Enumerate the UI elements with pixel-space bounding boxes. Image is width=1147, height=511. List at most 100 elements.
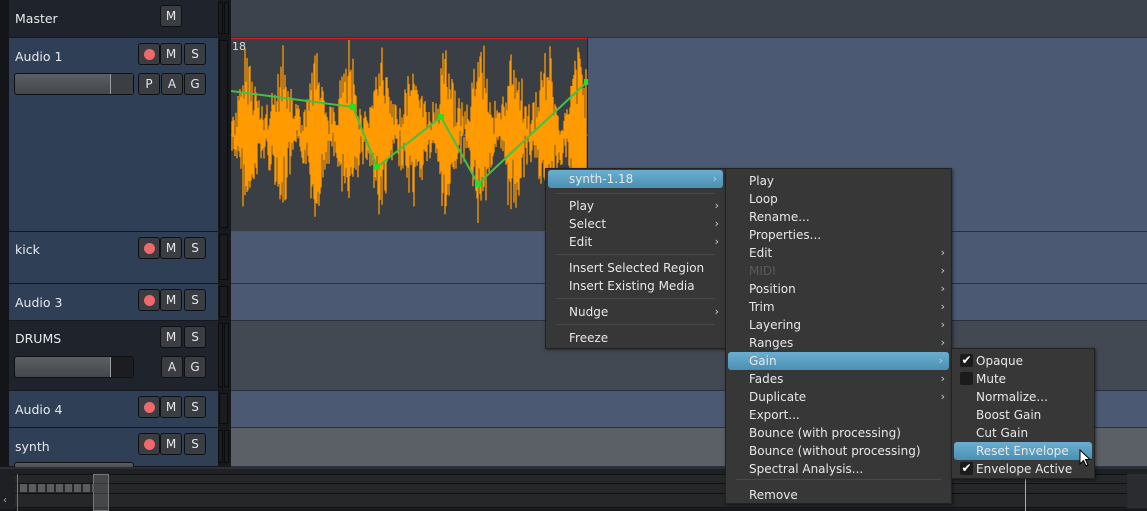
menu-item[interactable]: Position › — [726, 280, 951, 298]
track-header[interactable]: Audio 1 MS PAG — [9, 38, 218, 232]
track-header[interactable]: DRUMS M S A G — [9, 321, 218, 391]
envelope-point[interactable] — [374, 164, 380, 170]
solo-button[interactable]: S — [184, 237, 206, 259]
automation-button[interactable]: A — [161, 356, 183, 378]
menu-item[interactable]: Ranges › — [726, 334, 951, 352]
group-button[interactable]: G — [184, 356, 206, 378]
level-meter — [219, 234, 228, 280]
menu-item[interactable]: Select › — [546, 215, 725, 233]
playlist-button[interactable]: P — [138, 73, 160, 95]
menu-item[interactable]: Insert Existing Media — [546, 277, 725, 295]
left-strip — [0, 0, 9, 467]
menu-item[interactable]: Spectral Analysis... — [726, 460, 951, 478]
menu-item[interactable]: Edit › — [546, 233, 725, 251]
track-name[interactable]: Audio 3 — [15, 295, 62, 310]
record-button[interactable] — [138, 396, 160, 418]
level-meter — [224, 430, 229, 463]
menu-item[interactable]: Properties... — [726, 226, 951, 244]
track-header[interactable]: synth M S — [9, 428, 218, 470]
scroll-left-icon[interactable]: ‹ — [3, 495, 7, 506]
record-button[interactable] — [138, 237, 160, 259]
menu-item[interactable]: Mute — [952, 370, 1094, 388]
menu-item[interactable]: Rename... — [726, 208, 951, 226]
submenu-arrow-icon: › — [940, 300, 945, 313]
envelope-point[interactable] — [438, 114, 444, 120]
solo-button[interactable]: S — [184, 396, 206, 418]
group-button[interactable]: G — [184, 73, 206, 95]
track-name[interactable]: kick — [15, 242, 40, 257]
checkbox-icon[interactable] — [960, 372, 973, 385]
envelope-point[interactable] — [584, 79, 588, 85]
menu-item[interactable]: Freeze — [546, 329, 725, 347]
menu-item[interactable]: ✔ Envelope Active — [952, 460, 1094, 478]
gain-fader[interactable] — [14, 73, 134, 95]
envelope-point[interactable] — [475, 181, 481, 187]
level-meter — [219, 393, 228, 424]
solo-button[interactable]: S — [184, 433, 206, 455]
track-header[interactable]: kick M S — [9, 232, 218, 284]
menu-item[interactable]: Gain › — [728, 352, 949, 370]
summary-viewport[interactable] — [93, 474, 109, 511]
menu-item[interactable]: Fades › — [726, 370, 951, 388]
menu-item[interactable]: Loop — [726, 190, 951, 208]
checkbox-checked-icon[interactable]: ✔ — [960, 354, 973, 367]
mouse-cursor-icon — [1079, 449, 1092, 467]
submenu-arrow-icon: › — [940, 318, 945, 331]
track-name[interactable]: Audio 4 — [15, 402, 62, 417]
level-meter — [224, 323, 229, 387]
track-header[interactable]: Audio 3 MS — [9, 284, 218, 321]
menu-item[interactable]: Reset Envelope — [954, 442, 1092, 460]
level-meter — [218, 2, 223, 34]
solo-button[interactable]: S — [184, 43, 206, 65]
mute-button[interactable]: M — [160, 43, 182, 65]
mute-button[interactable]: M — [160, 396, 182, 418]
track-name[interactable]: synth — [15, 439, 50, 454]
mute-button[interactable]: M — [160, 237, 182, 259]
record-button[interactable] — [138, 289, 160, 311]
menu-item[interactable]: Export... — [726, 406, 951, 424]
level-meter — [218, 430, 223, 463]
track-header[interactable]: Master M — [9, 0, 218, 38]
solo-button[interactable]: S — [184, 326, 206, 348]
menu-item[interactable]: Play › — [546, 197, 725, 215]
level-meter — [218, 323, 223, 387]
playhead-marker — [17, 474, 18, 511]
submenu-arrow-icon: › — [940, 282, 945, 295]
menu-item[interactable]: Layering › — [726, 316, 951, 334]
lane-master[interactable] — [231, 0, 1147, 38]
track-name[interactable]: Master — [15, 11, 58, 26]
submenu-arrow-icon: › — [938, 354, 943, 367]
track-name[interactable]: DRUMS — [15, 331, 61, 346]
menu-item[interactable]: Cut Gain — [952, 424, 1094, 442]
audio-region[interactable]: 18 — [231, 38, 588, 232]
menu-item[interactable]: Trim › — [726, 298, 951, 316]
envelope-point[interactable] — [350, 104, 356, 110]
scrollbar[interactable] — [1127, 474, 1147, 508]
checkbox-checked-icon[interactable]: ✔ — [960, 462, 973, 475]
level-meter — [219, 40, 228, 228]
gain-fader[interactable] — [14, 356, 134, 378]
menu-item-region[interactable]: synth-1.18 › — [548, 170, 723, 188]
automation-button[interactable]: A — [161, 73, 183, 95]
menu-item[interactable]: Nudge › — [546, 303, 725, 321]
menu-item[interactable]: Play — [726, 172, 951, 190]
record-button[interactable] — [138, 43, 160, 65]
mute-button[interactable]: M — [160, 326, 182, 348]
mute-button[interactable]: M — [160, 433, 182, 455]
menu-item[interactable]: Normalize... — [952, 388, 1094, 406]
menu-item[interactable]: Edit › — [726, 244, 951, 262]
menu-item[interactable]: Bounce (without processing) — [726, 442, 951, 460]
solo-button[interactable]: S — [184, 289, 206, 311]
menu-item[interactable]: Remove — [726, 486, 951, 504]
track-header[interactable]: Audio 4 MS — [9, 391, 218, 428]
menu-item[interactable]: Duplicate › — [726, 388, 951, 406]
menu-item[interactable]: Bounce (with processing) — [726, 424, 951, 442]
mute-button[interactable]: M — [160, 5, 182, 27]
region-submenu: Play Loop Rename... Properties... Edit › MIDI ›… — [725, 168, 952, 504]
mute-button[interactable]: M — [160, 289, 182, 311]
menu-item[interactable]: Insert Selected Region — [546, 259, 725, 277]
menu-item[interactable]: Boost Gain — [952, 406, 1094, 424]
record-button[interactable] — [138, 433, 160, 455]
menu-item[interactable]: ✔ Opaque — [952, 352, 1094, 370]
track-name[interactable]: Audio 1 — [15, 49, 62, 64]
